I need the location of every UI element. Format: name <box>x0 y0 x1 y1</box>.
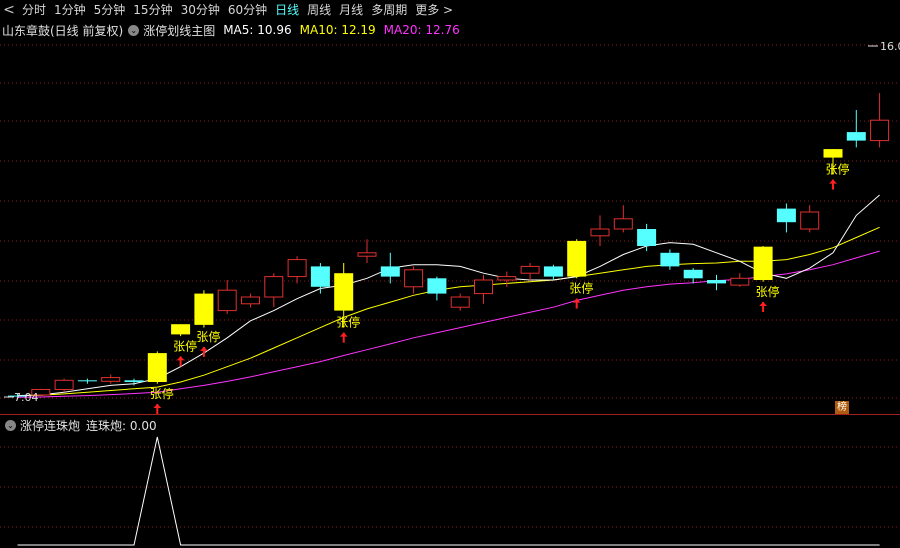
candle-body <box>613 218 633 230</box>
limit-up-arrow-head <box>199 346 208 351</box>
candle-body <box>567 240 587 277</box>
candle-body <box>450 296 470 308</box>
limit-up-label: 张停 <box>756 284 780 299</box>
limit-up-label: 张停 <box>569 281 593 296</box>
candle-body <box>637 229 657 246</box>
limit-up-arrow-head <box>572 298 581 303</box>
sub-indicator-menu-icon[interactable]: ⌄ <box>5 419 16 431</box>
candle-body <box>427 278 447 294</box>
candle-body <box>497 276 517 281</box>
candle-body <box>124 380 144 382</box>
candle-body <box>823 149 843 158</box>
limit-up-arrow-head <box>759 302 768 306</box>
kline-chart[interactable]: 张停张停张停张停张停张停张停16.07.04 <box>0 0 900 548</box>
limit-up-arrow-head <box>153 404 162 408</box>
candle-body <box>101 377 121 382</box>
candle-body <box>310 266 330 287</box>
candle-body <box>287 259 307 278</box>
candle-body <box>54 379 74 390</box>
candle-body <box>730 277 750 286</box>
ma5-line <box>17 194 880 397</box>
candle-body <box>334 273 354 311</box>
panel-divider[interactable] <box>0 414 900 415</box>
candle-body <box>543 266 563 277</box>
limit-up-label: 张停 <box>173 338 197 353</box>
candle-body <box>380 266 400 277</box>
candle-body <box>520 265 540 274</box>
sub-indicator-value: 连珠炮: 0.00 <box>86 418 157 433</box>
candle-body <box>707 280 726 284</box>
ma10-line <box>17 226 880 397</box>
candle-body <box>357 252 377 257</box>
limit-up-label: 张停 <box>150 386 174 401</box>
sub-indicator-bar: ⌄ 涨停连珠炮 连珠炮: 0.00 <box>0 417 157 433</box>
candle-body <box>683 269 703 279</box>
candle-body <box>404 269 424 288</box>
low-price-label: 7.04 <box>14 391 39 404</box>
candle-body <box>171 324 191 335</box>
candle-body <box>800 211 820 230</box>
candle-body <box>264 276 284 298</box>
candle-body <box>147 353 167 382</box>
limit-up-label: 张停 <box>196 329 220 344</box>
candle-body <box>590 228 610 237</box>
limit-up-label: 张停 <box>826 162 850 177</box>
candle-body <box>776 208 796 223</box>
candle-body <box>660 252 680 267</box>
candle-body <box>194 293 214 325</box>
ma20-line <box>17 250 880 398</box>
sub-indicator-line <box>17 436 880 546</box>
limit-up-label: 张停 <box>336 315 360 330</box>
candle-body <box>77 380 97 382</box>
candle-body <box>241 296 260 305</box>
candle-body <box>870 119 890 142</box>
candle-body <box>474 279 493 295</box>
candle-body <box>217 289 237 312</box>
candle-body <box>846 132 866 141</box>
high-price-label: 16.0 <box>880 40 900 53</box>
limit-up-arrow-head <box>176 356 185 361</box>
candle-body <box>753 246 773 280</box>
limit-up-arrow-head <box>829 179 837 184</box>
rank-badge[interactable]: 榜 <box>835 401 849 414</box>
limit-up-arrow-head <box>339 332 348 337</box>
sub-indicator-name[interactable]: 涨停连珠炮 <box>20 417 80 434</box>
